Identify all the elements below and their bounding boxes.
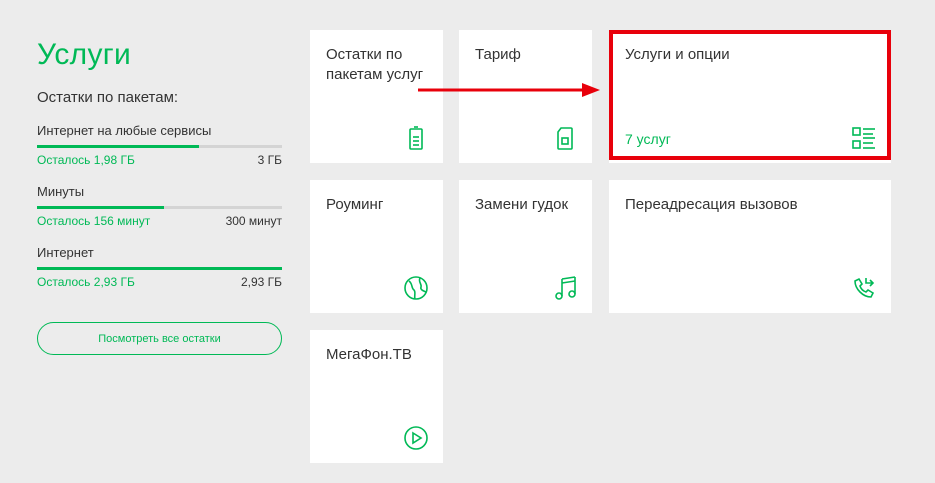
page-title: Услуги [37,38,132,71]
tile-call-forwarding[interactable]: Переадресация вызовов [609,180,891,313]
tile-roaming[interactable]: Роуминг [310,180,443,313]
package-total: 3 ГБ [257,153,282,167]
list-grid-icon [851,125,877,151]
package-progress-bar [37,206,282,209]
tile-title: Роуминг [326,196,384,213]
package-progress-fill [37,145,199,148]
package-item-internet-any: Интернет на любые сервисы Осталось 1,98 … [37,123,282,167]
package-name: Интернет [37,245,94,260]
package-progress-fill [37,267,282,270]
play-icon [403,425,429,451]
tile-replace-ringback[interactable]: Замени гудок [459,180,592,313]
tile-title: Услуги и опции [625,46,730,63]
package-remaining: Осталось 1,98 ГБ [37,153,135,167]
tile-title: Остатки по пакетам услуг [326,46,424,83]
package-remaining: Осталось 156 минут [37,214,151,228]
package-total: 2,93 ГБ [240,275,282,289]
services-count: 7 услуг [625,131,671,147]
tile-title: МегаФон.ТВ [326,346,412,363]
package-name: Интернет на любые сервисы [37,123,212,138]
services-page: Услуги Остатки по пакетам: Интернет на л… [0,0,935,483]
tile-services-options[interactable]: Услуги и опции 7 услуг [609,30,891,163]
globe-icon [403,275,429,301]
sim-card-icon [552,125,578,151]
package-progress-bar [37,267,282,270]
package-item-minutes: Минуты Осталось 156 минут 300 минут [37,184,282,228]
package-total: 300 минут [225,214,282,228]
package-progress-fill [37,206,165,209]
package-item-internet: Интернет Осталось 2,93 ГБ 2,93 ГБ [37,245,282,289]
tile-title: Тариф [475,46,521,63]
packages-heading: Остатки по пакетам: [37,89,179,106]
annotation-arrow [418,83,600,97]
tile-title: Переадресация вызовов [625,196,798,213]
tile-megafon-tv[interactable]: МегаФон.ТВ [310,330,443,463]
call-forward-icon [851,275,877,301]
tile-title: Замени гудок [475,196,569,213]
package-remaining: Осталось 2,93 ГБ [37,275,135,289]
package-progress-bar [37,145,282,148]
music-note-icon [552,275,578,301]
package-name: Минуты [37,184,85,199]
view-all-remaining-button[interactable]: Посмотреть все остатки [37,322,282,355]
battery-icon [403,125,429,151]
